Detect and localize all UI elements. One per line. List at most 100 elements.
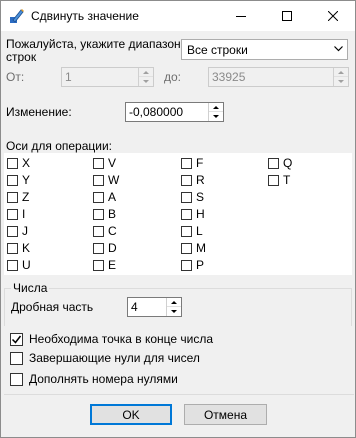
checkbox-box[interactable] bbox=[181, 174, 192, 186]
axis-checkbox-f[interactable]: F bbox=[181, 156, 203, 170]
axis-checkbox-y[interactable]: Y bbox=[7, 173, 30, 187]
checkbox-box[interactable] bbox=[7, 208, 18, 220]
change-input[interactable]: -0,080000 bbox=[125, 102, 224, 122]
axis-label: K bbox=[22, 241, 31, 255]
checkbox-box[interactable] bbox=[7, 157, 18, 169]
axis-checkbox-a[interactable]: A bbox=[93, 190, 116, 204]
range-select[interactable]: Все строки bbox=[181, 39, 348, 60]
range-label-line1: Пожалуйста, укажите диапазон bbox=[6, 37, 181, 51]
checkbox-box[interactable] bbox=[7, 259, 18, 271]
footer-divider bbox=[4, 394, 354, 395]
axis-label: P bbox=[196, 258, 205, 272]
axis-checkbox-s[interactable]: S bbox=[181, 190, 204, 204]
fraction-input[interactable]: 4 bbox=[127, 297, 182, 317]
checkbox-box[interactable] bbox=[7, 242, 18, 254]
checkbox-unchecked[interactable] bbox=[10, 372, 23, 386]
checkbox-box[interactable] bbox=[93, 174, 104, 186]
axis-label: D bbox=[108, 241, 117, 255]
axis-label: W bbox=[108, 173, 120, 187]
axis-label: X bbox=[22, 156, 31, 170]
checkbox-box[interactable] bbox=[181, 259, 192, 271]
checkbox-box[interactable] bbox=[93, 208, 104, 220]
maximize-button[interactable] bbox=[265, 1, 309, 31]
axis-checkbox-l[interactable]: L bbox=[181, 224, 203, 238]
checkbox-box[interactable] bbox=[181, 225, 192, 237]
axis-label: B bbox=[108, 207, 117, 221]
checkbox-box[interactable] bbox=[7, 225, 18, 237]
checkbox-box[interactable] bbox=[181, 157, 192, 169]
minimize-button[interactable] bbox=[219, 1, 263, 31]
axis-checkbox-u[interactable]: U bbox=[7, 258, 31, 272]
close-button[interactable] bbox=[311, 1, 355, 31]
axis-label: V bbox=[108, 156, 117, 170]
axis-checkbox-i[interactable]: I bbox=[7, 207, 25, 221]
cancel-button[interactable]: Отмена bbox=[184, 404, 267, 425]
checkbox-box[interactable] bbox=[93, 191, 104, 203]
checkbox-box[interactable] bbox=[268, 174, 279, 186]
fraction-value: 4 bbox=[131, 300, 138, 314]
spin-up-icon[interactable] bbox=[209, 103, 223, 112]
axis-label: H bbox=[196, 207, 205, 221]
window-title: Сдвинуть значение bbox=[31, 9, 139, 23]
range-from-input[interactable]: 1 bbox=[61, 67, 154, 87]
spin-down-icon[interactable] bbox=[167, 307, 181, 316]
checkbox-box[interactable] bbox=[7, 191, 18, 203]
spin-up-icon[interactable] bbox=[167, 298, 181, 307]
axis-checkbox-p[interactable]: P bbox=[181, 258, 204, 272]
range-select-value: Все строки bbox=[187, 43, 248, 57]
range-to-label: до: bbox=[164, 70, 182, 84]
numbers-option-2[interactable]: Завершающие нули для чисел bbox=[10, 351, 200, 365]
axis-checkbox-t[interactable]: T bbox=[268, 173, 290, 187]
axis-label: C bbox=[108, 224, 117, 238]
axis-checkbox-e[interactable]: E bbox=[93, 258, 116, 272]
checkbox-box[interactable] bbox=[181, 208, 192, 220]
checkbox-box[interactable] bbox=[268, 157, 279, 169]
axis-label: U bbox=[22, 258, 31, 272]
spin-down-icon[interactable] bbox=[209, 112, 223, 121]
checkbox-box[interactable] bbox=[93, 259, 104, 271]
range-from-value: 1 bbox=[65, 70, 72, 84]
axis-checkbox-d[interactable]: D bbox=[93, 241, 117, 255]
range-from-spinner[interactable] bbox=[138, 68, 153, 86]
axis-label: I bbox=[22, 207, 26, 221]
axis-label: M bbox=[196, 241, 206, 255]
chevron-down-icon bbox=[334, 46, 343, 52]
ok-button[interactable]: OK bbox=[90, 404, 172, 425]
axis-checkbox-j[interactable]: J bbox=[7, 224, 28, 238]
axis-checkbox-k[interactable]: K bbox=[7, 241, 30, 255]
axis-checkbox-r[interactable]: R bbox=[181, 173, 205, 187]
range-to-input[interactable]: 33925 bbox=[208, 67, 349, 87]
axis-checkbox-m[interactable]: M bbox=[181, 241, 206, 255]
axis-checkbox-c[interactable]: C bbox=[93, 224, 117, 238]
checkbox-checked[interactable] bbox=[10, 332, 23, 346]
axis-checkbox-q[interactable]: Q bbox=[268, 156, 292, 170]
axis-checkbox-v[interactable]: V bbox=[93, 156, 116, 170]
checkbox-box[interactable] bbox=[181, 191, 192, 203]
axis-checkbox-h[interactable]: H bbox=[181, 207, 205, 221]
axis-checkbox-w[interactable]: W bbox=[93, 173, 119, 187]
minimize-icon bbox=[236, 16, 246, 17]
change-label: Изменение: bbox=[6, 105, 72, 119]
axis-checkbox-b[interactable]: B bbox=[93, 207, 116, 221]
fraction-spinner[interactable] bbox=[166, 298, 181, 316]
title-bar[interactable]: Сдвинуть значение bbox=[1, 1, 355, 31]
dialog-window: Сдвинуть значение Пожалуйста, укажите ди… bbox=[0, 0, 356, 438]
numbers-option-3[interactable]: Дополнять номера нулями bbox=[10, 372, 178, 386]
checkbox-box[interactable] bbox=[93, 157, 104, 169]
checkbox-box[interactable] bbox=[93, 225, 104, 237]
axis-checkbox-z[interactable]: Z bbox=[7, 190, 29, 204]
axis-checkbox-x[interactable]: X bbox=[7, 156, 30, 170]
change-spinner[interactable] bbox=[208, 103, 223, 121]
checkbox-box[interactable] bbox=[181, 242, 192, 254]
spin-up-icon[interactable] bbox=[334, 68, 348, 77]
checkbox-box[interactable] bbox=[7, 174, 18, 186]
spin-down-icon[interactable] bbox=[334, 77, 348, 86]
range-to-spinner[interactable] bbox=[333, 68, 348, 86]
axis-label: F bbox=[196, 156, 204, 170]
checkbox-unchecked[interactable] bbox=[10, 351, 23, 365]
spin-down-icon[interactable] bbox=[139, 77, 153, 86]
checkbox-box[interactable] bbox=[93, 242, 104, 254]
spin-up-icon[interactable] bbox=[139, 68, 153, 77]
range-from-label: От: bbox=[6, 70, 25, 84]
numbers-option-1[interactable]: Необходима точка в конце числа bbox=[10, 332, 213, 346]
